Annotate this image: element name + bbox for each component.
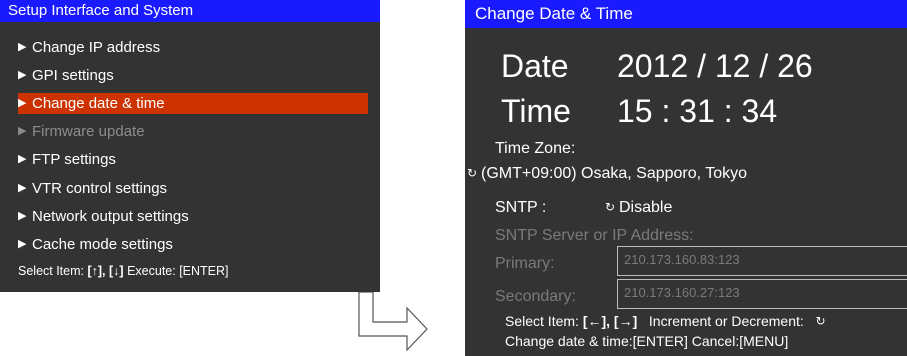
- primary-address-field[interactable]: 210.173.160.83:123: [617, 246, 907, 276]
- change-date-time-footer-line2: Change date & time:[ENTER] Cancel:[MENU]: [505, 333, 789, 349]
- menu-item-label: Change date & time: [32, 95, 165, 112]
- right-triangle-icon: ▶: [18, 97, 27, 109]
- footer-select-keys: [↑], [↓]: [87, 264, 124, 278]
- right-triangle-icon: ▶: [18, 153, 27, 165]
- footer-select-label: Select Item:: [505, 313, 579, 329]
- sntp-value: Disable: [619, 199, 673, 216]
- menu-item-label: GPI settings: [32, 67, 114, 84]
- setup-menu-title: Setup Interface and System: [0, 0, 380, 22]
- menu-item-label: Cache mode settings: [32, 236, 173, 253]
- right-triangle-icon: ▶: [18, 41, 27, 53]
- menu-item-vtr-control-settings[interactable]: ▶ VTR control settings: [18, 178, 368, 199]
- menu-item-label: Change IP address: [32, 39, 161, 56]
- spin-cycle-icon: ↻: [605, 200, 616, 214]
- secondary-address-field[interactable]: 210.173.160.27:123: [617, 279, 907, 309]
- spin-cycle-icon: ↻: [467, 166, 478, 180]
- menu-item-ftp-settings[interactable]: ▶ FTP settings: [18, 149, 368, 170]
- time-label: Time: [501, 93, 571, 129]
- setup-menu-footer: Select Item: [↑], [↓] Execute: [ENTER]: [18, 264, 229, 278]
- right-triangle-icon: ▶: [18, 182, 27, 194]
- time-zone-label: Time Zone:: [495, 140, 576, 157]
- time-zone-value: (GMT+09:00) Osaka, Sapporo, Tokyo: [481, 165, 748, 182]
- menu-item-label: Firmware update: [32, 123, 145, 140]
- right-triangle-icon: ▶: [18, 210, 27, 222]
- menu-item-label: FTP settings: [32, 151, 116, 168]
- primary-label: Primary:: [495, 255, 555, 272]
- date-value[interactable]: 2012 / 12 / 26: [617, 48, 813, 84]
- right-triangle-icon: ▶: [18, 238, 27, 250]
- primary-address-value: 210.173.160.83:123: [624, 252, 740, 267]
- menu-item-gpi-settings[interactable]: ▶ GPI settings: [18, 65, 368, 86]
- sntp-selector[interactable]: ↻ Disable: [605, 199, 672, 217]
- menu-item-label: Network output settings: [32, 208, 189, 225]
- setup-menu-panel: Setup Interface and System ▶ Change IP ad…: [0, 0, 380, 292]
- change-date-time-panel: Change Date & Time Date 2012 / 12 / 26 Ti…: [465, 0, 907, 356]
- menu-item-label: VTR control settings: [32, 180, 168, 197]
- footer-increment-label: Increment or Decrement:: [648, 313, 804, 329]
- footer-select-keys: [←], [→]: [582, 313, 638, 329]
- menu-item-network-output-settings[interactable]: ▶ Network output settings: [18, 206, 368, 227]
- date-row: Date 2012 / 12 / 26: [501, 48, 813, 85]
- time-zone-selector[interactable]: ↻ (GMT+09:00) Osaka, Sapporo, Tokyo: [467, 165, 747, 183]
- sntp-label: SNTP :: [495, 199, 547, 216]
- time-value[interactable]: 15 : 31 : 34: [617, 93, 777, 129]
- sntp-server-label: SNTP Server or IP Address:: [495, 227, 694, 244]
- menu-item-change-date-time[interactable]: ▶ Change date & time: [18, 93, 368, 114]
- secondary-label: Secondary:: [495, 288, 576, 305]
- date-label: Date: [501, 48, 569, 84]
- menu-item-firmware-update: ▶ Firmware update: [18, 121, 368, 142]
- change-date-time-footer-line1: Select Item: [←], [→] Increment or Decre…: [505, 313, 829, 329]
- change-date-time-title: Change Date & Time: [465, 0, 907, 28]
- down-right-arrow-icon: [358, 292, 428, 352]
- menu-item-change-ip-address[interactable]: ▶ Change IP address: [18, 37, 368, 58]
- footer-select-label: Select Item:: [18, 264, 84, 278]
- spin-cycle-icon: ↻: [815, 314, 826, 328]
- right-triangle-icon: ▶: [18, 125, 27, 137]
- right-triangle-icon: ▶: [18, 69, 27, 81]
- secondary-address-value: 210.173.160.27:123: [624, 285, 740, 300]
- menu-item-cache-mode-settings[interactable]: ▶ Cache mode settings: [18, 234, 368, 255]
- time-row: Time 15 : 31 : 34: [501, 93, 777, 130]
- footer-execute-label: Execute: [ENTER]: [127, 264, 229, 278]
